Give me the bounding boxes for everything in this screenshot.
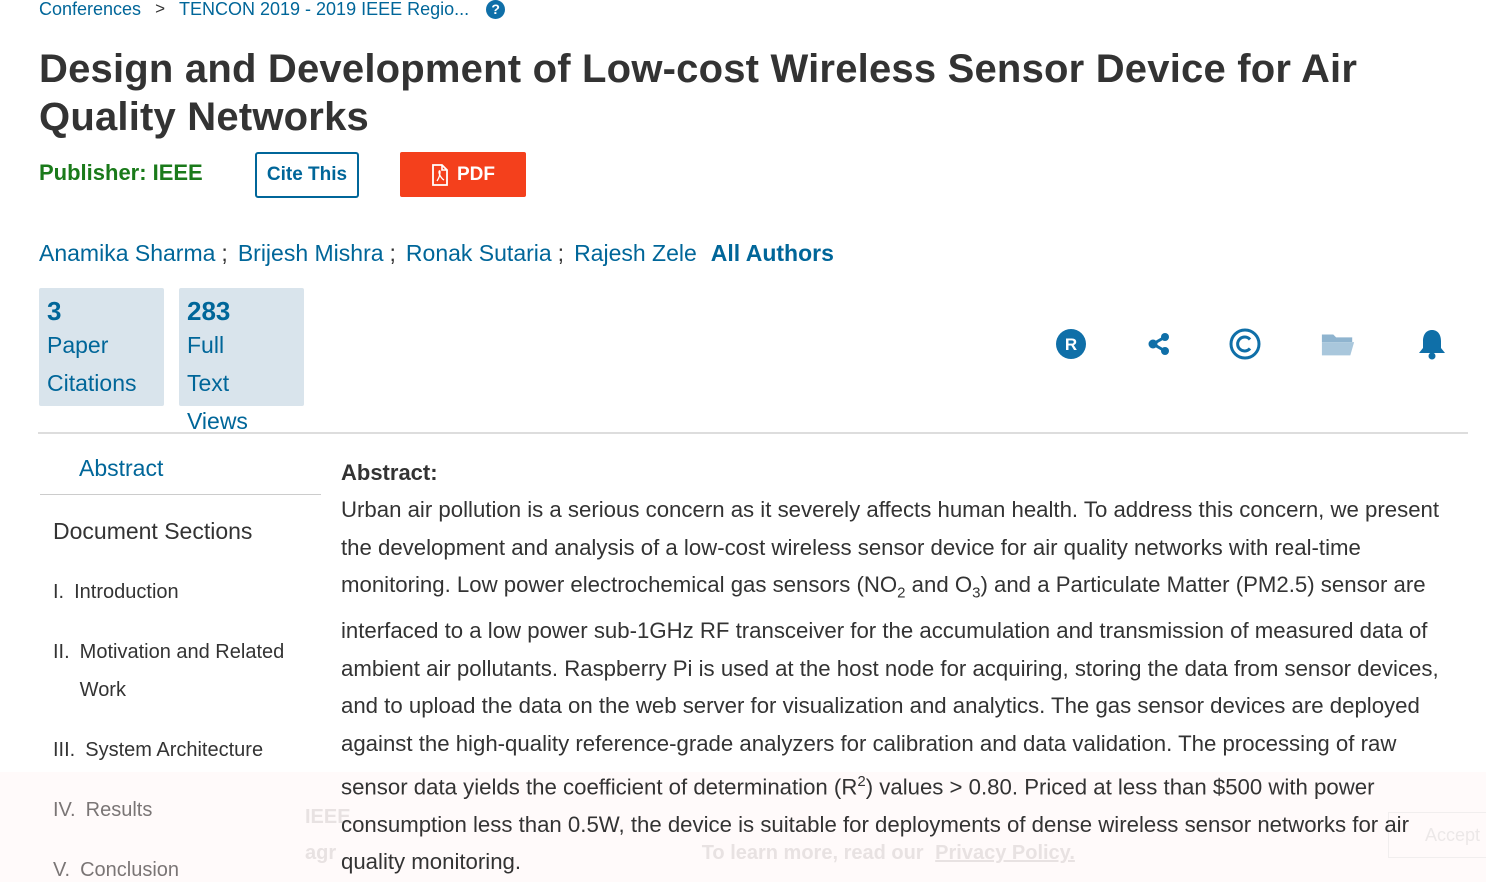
metric-value: 3	[47, 296, 62, 326]
svg-text:R: R	[1065, 335, 1077, 354]
nav-section-system-architecture[interactable]: III. System Architecture	[53, 731, 263, 769]
paper-citations-metric[interactable]: 3 Paper Citations	[39, 288, 164, 406]
breadcrumb-separator: >	[155, 0, 165, 18]
pdf-file-icon	[432, 163, 448, 186]
section-label: Motivation and Related	[79, 641, 285, 663]
author-separator: ;	[221, 240, 228, 266]
author-link[interactable]: Anamika Sharma	[39, 240, 215, 267]
author-link[interactable]: Ronak Sutaria	[406, 240, 552, 267]
share-icon[interactable]	[1141, 326, 1177, 362]
publisher: Publisher: IEEE	[39, 160, 203, 186]
section-number: II.	[53, 641, 70, 663]
section-divider	[38, 432, 1468, 434]
rights-icon[interactable]: R	[1053, 326, 1089, 362]
author-link[interactable]: Brijesh Mishra	[238, 240, 384, 267]
pdf-button-label: PDF	[457, 163, 495, 185]
metric-label: Paper	[47, 332, 109, 358]
copyright-icon[interactable]	[1227, 326, 1263, 362]
section-number: III.	[53, 739, 76, 761]
section-number: I.	[53, 581, 65, 603]
r-squared-superscript: 2	[857, 772, 866, 790]
metric-label: Full	[187, 332, 225, 358]
page-title: Design and Development of Low-cost Wirel…	[39, 47, 1358, 139]
cookie-banner-text-start: agr	[305, 842, 337, 864]
breadcrumb-conferences[interactable]: Conferences	[39, 0, 141, 20]
author-separator: ;	[389, 240, 396, 266]
author-link[interactable]: Rajesh Zele	[574, 240, 697, 267]
no2-subscript: 2	[897, 584, 906, 602]
abstract-text: Urban air pollution is a serious concern…	[341, 491, 1461, 881]
publisher-label: Publisher:	[39, 160, 147, 185]
author-separator: ;	[557, 240, 565, 266]
nav-section-motivation[interactable]: II. Motivation and Related Work	[53, 633, 284, 709]
nav-section-introduction[interactable]: I. Introduction	[53, 573, 179, 611]
metric-value: 283	[187, 296, 231, 326]
alert-bell-icon[interactable]	[1414, 326, 1450, 362]
section-label: Introduction	[74, 581, 179, 603]
metric-label: Text Views	[187, 370, 248, 434]
breadcrumb: Conferences > TENCON 2019 - 2019 IEEE Re…	[39, 0, 506, 21]
metric-label: Citations	[47, 370, 137, 396]
nav-divider	[40, 494, 321, 495]
publisher-value: IEEE	[152, 160, 203, 185]
breadcrumb-tencon-2019[interactable]: TENCON 2019 - 2019 IEEE Regio...	[179, 0, 469, 20]
cite-this-button[interactable]: Cite This	[255, 152, 359, 198]
document-sections-heading: Document Sections	[53, 518, 253, 544]
help-icon[interactable]: ?	[486, 0, 506, 19]
nav-abstract-link[interactable]: Abstract	[79, 455, 163, 482]
folder-icon[interactable]	[1320, 326, 1356, 362]
full-text-views-metric[interactable]: 283 Full Text Views	[179, 288, 304, 434]
abstract-text-part: ) and a Particulate Matter (PM2.5) senso…	[341, 572, 1439, 799]
pdf-button[interactable]: PDF	[400, 152, 526, 197]
all-authors-link[interactable]: All Authors	[711, 240, 834, 267]
abstract-heading: Abstract:	[341, 460, 438, 485]
section-label: System Architecture	[85, 739, 264, 761]
abstract-text-part: and O	[905, 572, 973, 598]
author-list: Anamika Sharma; Brijesh Mishra; Ronak Su…	[39, 240, 834, 267]
section-label-continued: Work	[79, 679, 126, 701]
